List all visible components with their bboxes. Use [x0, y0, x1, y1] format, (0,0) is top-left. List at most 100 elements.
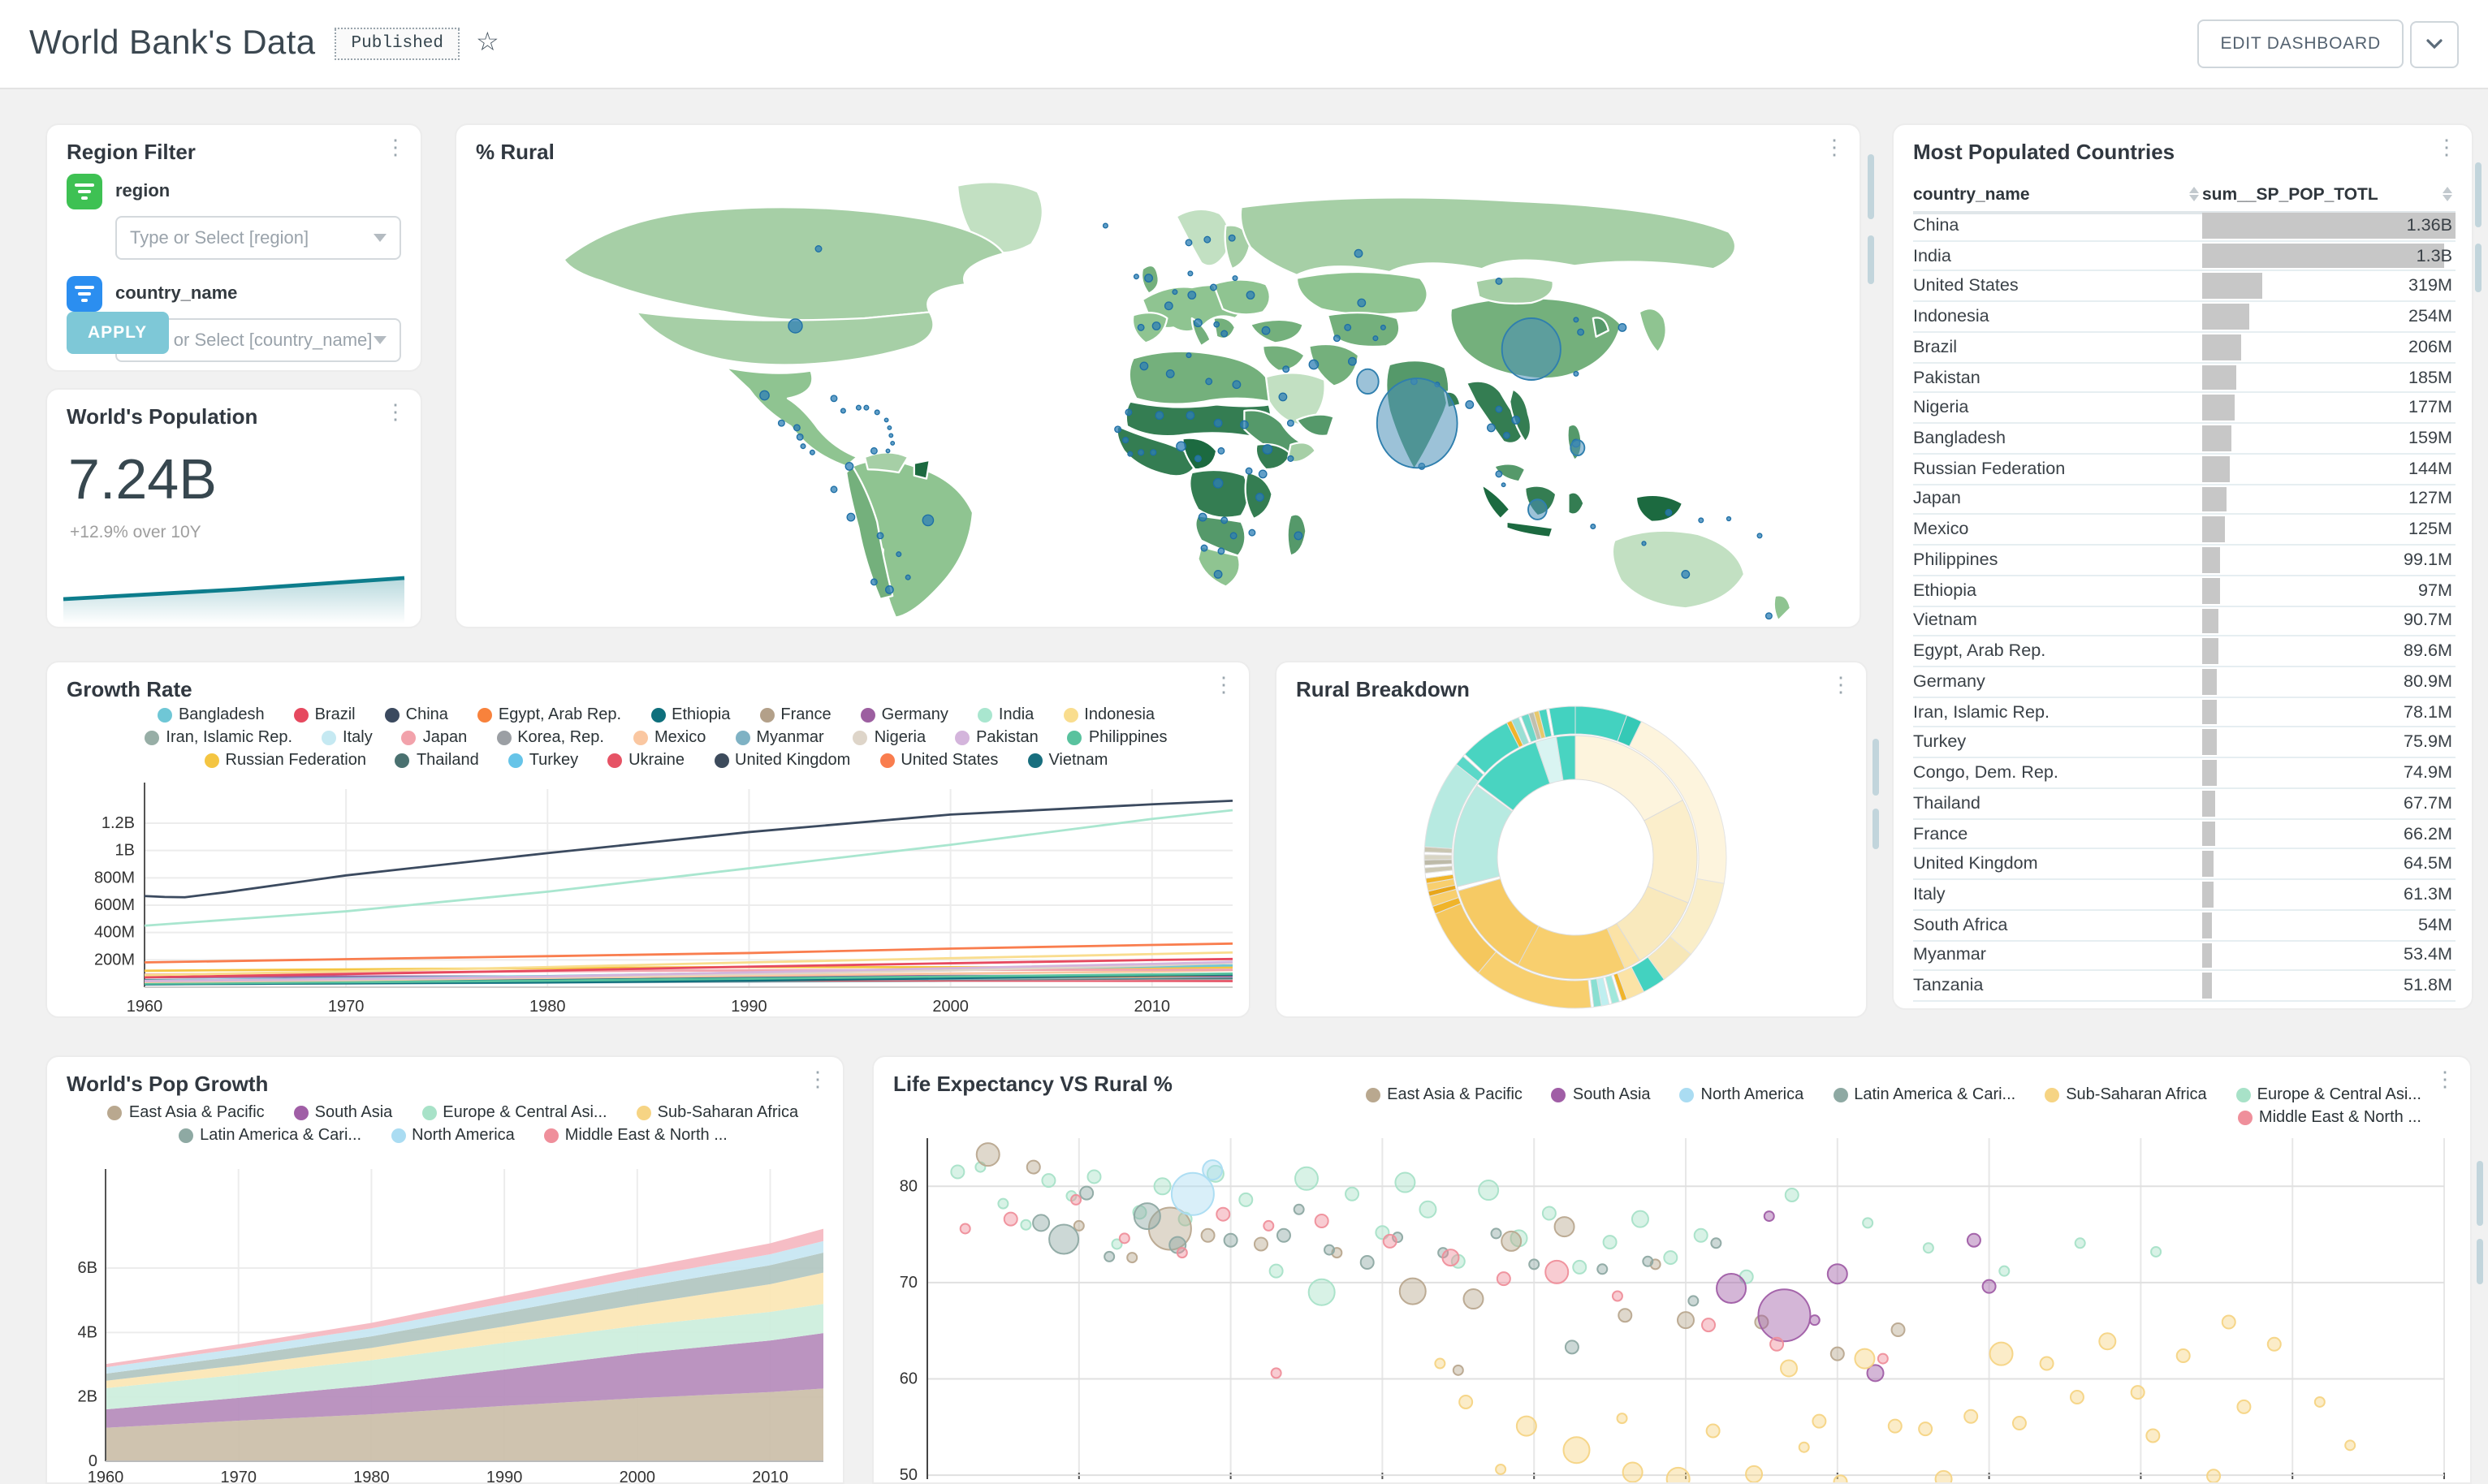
cell-country: Philippines	[1913, 550, 2202, 570]
legend-item[interactable]: Thailand	[395, 752, 479, 770]
table-row[interactable]: Turkey75.9M	[1913, 728, 2456, 758]
table-row[interactable]: Nigeria177M	[1913, 394, 2456, 424]
table-row[interactable]: France66.2M	[1913, 819, 2456, 849]
legend-item[interactable]: United Kingdom	[714, 752, 850, 770]
kebab-menu-icon[interactable]: ⋮	[2434, 1068, 2456, 1089]
published-badge[interactable]: Published	[335, 28, 460, 60]
table-row[interactable]: Japan127M	[1913, 485, 2456, 515]
legend-item[interactable]: Indonesia	[1063, 706, 1155, 724]
legend-item[interactable]: Philippines	[1068, 729, 1168, 747]
kebab-menu-icon[interactable]: ⋮	[1213, 674, 1234, 695]
table-row[interactable]: Congo, Dem. Rep.74.9M	[1913, 758, 2456, 788]
table-row[interactable]: Pakistan185M	[1913, 363, 2456, 393]
table-row[interactable]: Ethiopia97M	[1913, 576, 2456, 606]
table-row[interactable]: Myanmar53.4M	[1913, 941, 2456, 971]
table-row[interactable]: Germany80.9M	[1913, 667, 2456, 697]
legend-item[interactable]: Myanmar	[735, 729, 823, 747]
value-bar	[2202, 578, 2220, 603]
scrollbar[interactable]	[1868, 235, 1874, 284]
growth-line-chart[interactable]: 196019701980199020002010200M400M600M800M…	[50, 779, 1246, 1016]
table-row[interactable]: Thailand67.7M	[1913, 789, 2456, 819]
population-sparkline-chart[interactable]	[60, 555, 411, 623]
scrollbar[interactable]	[2477, 1239, 2483, 1284]
legend-item[interactable]: Latin America & Cari...	[1833, 1086, 2015, 1104]
legend-item[interactable]: Ethiopia	[650, 706, 730, 724]
value-bar	[2202, 730, 2216, 755]
table-row[interactable]: United Kingdom64.5M	[1913, 850, 2456, 880]
legend-item[interactable]: Latin America & Cari...	[179, 1127, 361, 1145]
scrollbar[interactable]	[2475, 162, 2482, 227]
scrollbar[interactable]	[1872, 809, 1879, 849]
header-menu-chevron-button[interactable]	[2410, 20, 2459, 67]
rural-sunburst-chart[interactable]	[1276, 666, 1868, 1018]
column-header-population[interactable]: sum__SP_POP_TOTL	[2202, 177, 2456, 211]
legend-item[interactable]: United States	[879, 752, 998, 770]
table-row[interactable]: Italy61.3M	[1913, 880, 2456, 910]
legend-item[interactable]: Middle East & North ...	[544, 1127, 728, 1145]
legend-item[interactable]: Mexico	[633, 729, 706, 747]
scrollbar[interactable]	[1872, 739, 1879, 796]
kebab-menu-icon[interactable]: ⋮	[807, 1068, 828, 1089]
legend-item[interactable]: Ukraine	[607, 752, 685, 770]
world-choropleth-map[interactable]	[466, 164, 1850, 627]
legend-item[interactable]: East Asia & Pacific	[108, 1104, 265, 1122]
table-row[interactable]: Philippines99.1M	[1913, 546, 2456, 576]
legend-item[interactable]: Germany	[861, 706, 948, 724]
table-row[interactable]: Bangladesh159M	[1913, 424, 2456, 454]
legend-item[interactable]: Sub-Saharan Africa	[2045, 1086, 2206, 1104]
scrollbar[interactable]	[1868, 154, 1874, 219]
legend-item[interactable]: Turkey	[508, 752, 578, 770]
kebab-menu-icon[interactable]: ⋮	[385, 136, 406, 157]
edit-dashboard-button[interactable]: EDIT DASHBOARD	[2197, 19, 2404, 68]
pop-growth-area-chart[interactable]: 19601970198019902000201002B4B6B	[50, 1169, 840, 1484]
table-row[interactable]: Iran, Islamic Rep.78.1M	[1913, 698, 2456, 728]
cell-country: Bangladesh	[1913, 429, 2202, 448]
table-row[interactable]: Brazil206M	[1913, 333, 2456, 363]
legend-item[interactable]: Middle East & North ...	[2238, 1109, 2421, 1127]
kebab-menu-icon[interactable]: ⋮	[385, 401, 406, 422]
table-row[interactable]: Indonesia254M	[1913, 302, 2456, 332]
table-row[interactable]: South Africa54M	[1913, 911, 2456, 941]
legend-item[interactable]: Pakistan	[955, 729, 1039, 747]
legend-dot	[395, 753, 410, 768]
legend-item[interactable]: North America	[391, 1127, 515, 1145]
legend-item[interactable]: Nigeria	[853, 729, 926, 747]
legend-item[interactable]: Korea, Rep.	[496, 729, 604, 747]
table-row[interactable]: Mexico125M	[1913, 516, 2456, 546]
kebab-menu-icon[interactable]: ⋮	[2436, 136, 2457, 157]
life-expectancy-scatter-chart[interactable]: 50607080	[882, 1132, 2465, 1482]
apply-button[interactable]: APPLY	[67, 312, 168, 354]
legend-item[interactable]: Europe & Central Asi...	[2236, 1086, 2421, 1104]
table-row[interactable]: Russian Federation144M	[1913, 455, 2456, 485]
favorite-star-icon[interactable]: ☆	[476, 31, 499, 57]
legend-item[interactable]: North America	[1680, 1086, 1804, 1104]
scrollbar[interactable]	[2475, 244, 2482, 292]
filter-select-region[interactable]: Type or Select [region]	[115, 216, 401, 260]
legend-item[interactable]: East Asia & Pacific	[1366, 1086, 1523, 1104]
legend-item[interactable]: South Asia	[1552, 1086, 1651, 1104]
kebab-menu-icon[interactable]: ⋮	[1824, 136, 1845, 157]
scrollbar[interactable]	[2477, 1161, 2483, 1226]
table-row[interactable]: Egypt, Arab Rep.89.6M	[1913, 637, 2456, 667]
table-row[interactable]: Tanzania51.8M	[1913, 972, 2456, 1002]
cell-country: Thailand	[1913, 794, 2202, 813]
legend-item[interactable]: Japan	[402, 729, 468, 747]
legend-item[interactable]: Brazil	[294, 706, 356, 724]
legend-item[interactable]: Russian Federation	[205, 752, 366, 770]
legend-item[interactable]: Sub-Saharan Africa	[637, 1104, 798, 1122]
legend-item[interactable]: South Asia	[294, 1104, 393, 1122]
legend-item[interactable]: India	[978, 706, 1034, 724]
table-row[interactable]: India1.3B	[1913, 241, 2456, 271]
legend-item[interactable]: China	[385, 706, 448, 724]
legend-item[interactable]: Vietnam	[1027, 752, 1108, 770]
column-header-country[interactable]: country_name	[1913, 177, 2202, 211]
legend-item[interactable]: Iran, Islamic Rep.	[145, 729, 292, 747]
legend-item[interactable]: Italy	[322, 729, 373, 747]
table-row[interactable]: United States319M	[1913, 272, 2456, 302]
legend-item[interactable]: Bangladesh	[158, 706, 265, 724]
table-row[interactable]: Vietnam90.7M	[1913, 606, 2456, 636]
legend-item[interactable]: Egypt, Arab Rep.	[477, 706, 621, 724]
table-row[interactable]: China1.36B	[1913, 211, 2456, 241]
legend-item[interactable]: France	[759, 706, 831, 724]
legend-item[interactable]: Europe & Central Asi...	[421, 1104, 607, 1122]
